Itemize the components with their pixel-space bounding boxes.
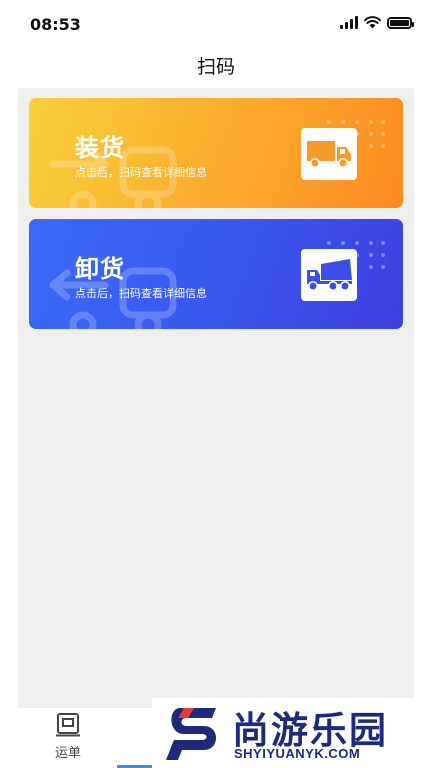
load-card-title: 装货 [75,134,125,162]
unload-card-title: 卸货 [75,255,125,283]
content-area: 装货 点击后，扫码查看详细信息 卸货 点击后，扫码查看详细信息 [18,88,414,708]
load-card[interactable]: 装货 点击后，扫码查看详细信息 [29,98,403,208]
watermark: 尚游乐园 SHYIYUANYK.COM [152,698,432,768]
status-time: 08:53 [30,15,81,34]
status-bar: 08:53 [0,0,432,48]
unload-card-description: 点击后，扫码查看详细信息 [75,287,207,300]
tab-waybill-label: 运单 [54,746,81,761]
status-icons [340,16,414,29]
load-card-icon-box [301,128,357,180]
waybill-icon [56,713,80,737]
dump-truck-icon [307,259,352,291]
signal-icon [340,16,358,29]
page-title: 扫码 [196,56,235,78]
load-card-description: 点击后，扫码查看详细信息 [75,166,207,179]
unload-card[interactable]: 卸货 点击后，扫码查看详细信息 [29,219,403,329]
watermark-logo-icon [166,708,216,760]
wifi-icon [364,16,381,29]
truck-icon [307,141,351,168]
unload-card-icon-box [301,249,357,301]
tab-waybill[interactable]: 运单 [40,712,96,766]
watermark-subtext: SHYIYUANYK.COM [234,746,361,761]
battery-icon [387,16,414,29]
